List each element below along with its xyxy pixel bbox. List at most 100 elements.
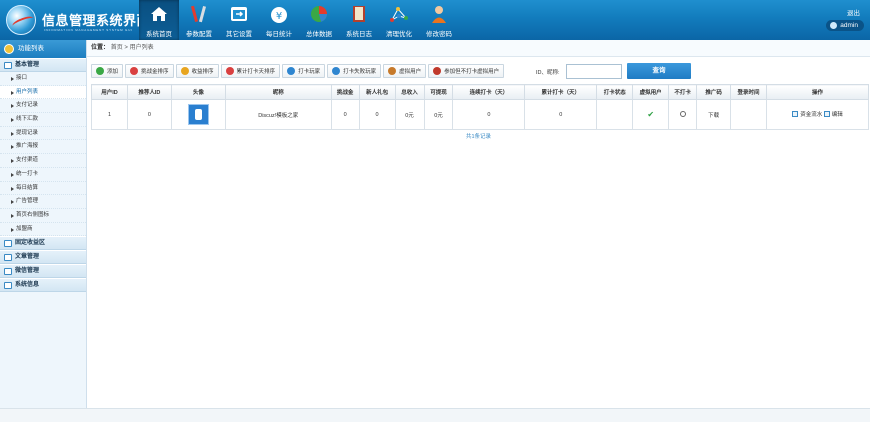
op-label: 资金流水 [800,112,823,118]
edit-icon [823,111,830,117]
logout-link[interactable]: 退出 [847,7,860,17]
sidebar-group-wechat[interactable]: 微信管理 [0,264,86,279]
cell-total-days: 0 [524,99,598,130]
pie-chart-icon [311,6,327,22]
check-icon[interactable]: ✔ [647,110,654,119]
sidebar-group-basic[interactable]: 基本管理 [0,58,86,72]
cell-user-id: 1 [91,99,128,130]
graph-icon [390,7,408,22]
folder-icon [4,267,12,275]
col-status[interactable]: 打卡状态 [596,84,634,100]
folder-icon [4,239,12,247]
col-streak[interactable]: 连续打卡（天） [452,84,526,100]
col-ref-id[interactable]: 推荐人ID [126,84,172,100]
virtual-users-button[interactable]: 虚拟用户 [383,64,427,78]
nav-params[interactable]: 参数配置 [179,0,219,40]
sidebar-item-home-icons[interactable]: 首页右侧图标 [0,209,86,223]
users-icon [287,67,296,75]
home-icon [151,7,167,21]
sidebar-item-ads[interactable]: 广告管理 [0,195,86,209]
cell-gift: 0 [358,99,396,130]
nav-system-log[interactable]: 系统日志 [339,0,379,40]
sort-total-days-button[interactable]: 累计打卡天排序 [220,64,281,78]
sidebar-item-franchise[interactable]: 加盟商 [0,223,86,237]
col-login-time[interactable]: 登录时间 [730,84,767,100]
sidebar-item-pay-channel[interactable]: 支付渠道 [0,154,86,168]
cell-streak: 0 [452,99,526,130]
edit-link[interactable]: 编辑 [823,110,843,118]
cell-promo[interactable]: 下载 [696,99,732,130]
cell-withdrawable: 0元 [423,99,454,130]
col-nickname[interactable]: 昵称 [224,84,332,100]
nav-label: 参数配置 [186,31,212,38]
col-no-clockin[interactable]: 不打卡 [668,84,698,100]
search-input[interactable] [566,64,622,79]
sidebar-item-offline-remit[interactable]: 线下汇款 [0,113,86,127]
sort-fund-button[interactable]: 挑战金排序 [125,64,174,78]
nav-other-settings[interactable]: 其它设置 [219,0,259,40]
user-table: 用户ID 推荐人ID 头像 昵称 挑战金 新人礼包 总收入 可提现 连续打卡（天… [91,84,869,130]
nav-change-password[interactable]: 修改密码 [419,0,459,40]
globe-logo-icon [6,5,36,35]
money-bag-icon: ¥ [271,7,287,23]
sidebar-item-daily-settle[interactable]: 每日结算 [0,182,86,196]
nav-label: 总体数据 [306,31,332,38]
col-withdrawable[interactable]: 可提现 [423,84,454,100]
group-label: 微信管理 [15,268,40,275]
col-promo[interactable]: 推广码 [696,84,732,100]
col-user-id[interactable]: 用户ID [91,84,128,100]
sidebar-item-unified-clockin[interactable]: 统一打卡 [0,168,86,182]
sidebar-item-payment-records[interactable]: 支付记录 [0,99,86,114]
button-label: 挑战金排序 [141,69,169,75]
nav-label: 修改密码 [426,31,452,38]
nav-overall-data[interactable]: 总体数据 [299,0,339,40]
col-income[interactable]: 总收入 [394,84,425,100]
app-title: 信息管理系统界面 [42,13,151,28]
book-icon [353,6,365,22]
sidebar-group-system-info[interactable]: 系统信息 [0,278,86,293]
nav-label: 其它设置 [226,31,252,38]
query-button[interactable]: 查询 [627,63,691,79]
button-label: 打卡玩家 [298,69,321,75]
breadcrumb-home[interactable]: 首页 [111,45,123,51]
cell-no-clockin [668,99,698,130]
menu-circle-icon [4,44,14,54]
avatar[interactable] [187,104,209,125]
clockin-players-button[interactable]: 打卡玩家 [282,64,326,78]
failed-players-button[interactable]: 打卡失败玩家 [327,64,382,78]
app-subtitle: INFORMATION MANAGEMENT SYSTEM GUI [44,28,133,32]
nav-cleanup[interactable]: 清理优化 [379,0,419,40]
sidebar-item-poster[interactable]: 推广海报 [0,140,86,155]
sidebar-group-articles[interactable]: 文章管理 [0,250,86,265]
no-clockin-virtual-button[interactable]: 参加但不打卡虚拟用户 [428,64,505,78]
sidebar-group-fixed-income[interactable]: 固定收益区 [0,236,86,251]
breadcrumb: 位置： 首页 > 用户列表 [87,40,870,57]
button-label: 累计打卡天排序 [236,69,276,75]
col-gift[interactable]: 新人礼包 [358,84,396,100]
cell-fund: 0 [330,99,360,130]
nav-daily-stats[interactable]: ¥ 每日统计 [259,0,299,40]
sidebar-item-interface[interactable]: 接口 [0,72,86,86]
col-virtual[interactable]: 虚拟用户 [632,84,670,100]
sort-income-button[interactable]: 收益排序 [175,64,219,78]
nav-home[interactable]: 系统首页 [139,0,179,40]
folder-icon [4,253,12,261]
sort-arrows-icon [130,67,139,75]
toolbar: 添加 挑战金排序 收益排序 累计打卡天排序 打卡玩家 打卡失败玩家 虚拟用户 参… [91,64,505,78]
col-total-days[interactable]: 累计打卡（天） [524,84,598,100]
col-actions: 操作 [766,84,869,100]
no-clockin-toggle-icon[interactable] [679,110,686,117]
list-icon [792,111,799,117]
svg-text:¥: ¥ [276,11,282,22]
fund-flow-link[interactable]: 资金流水 [792,110,822,118]
cell-avatar [170,99,226,130]
sidebar-item-withdraw-records[interactable]: 提现记录 [0,127,86,141]
button-label: 添加 [107,69,119,75]
cell-login-time [730,99,767,130]
sidebar-item-user-list[interactable]: 用户列表 [0,85,86,100]
col-fund[interactable]: 挑战金 [330,84,360,100]
plus-icon [96,67,104,75]
add-button[interactable]: 添加 [91,64,124,78]
cell-income: 0元 [394,99,425,130]
user-badge[interactable]: admin [826,20,864,31]
